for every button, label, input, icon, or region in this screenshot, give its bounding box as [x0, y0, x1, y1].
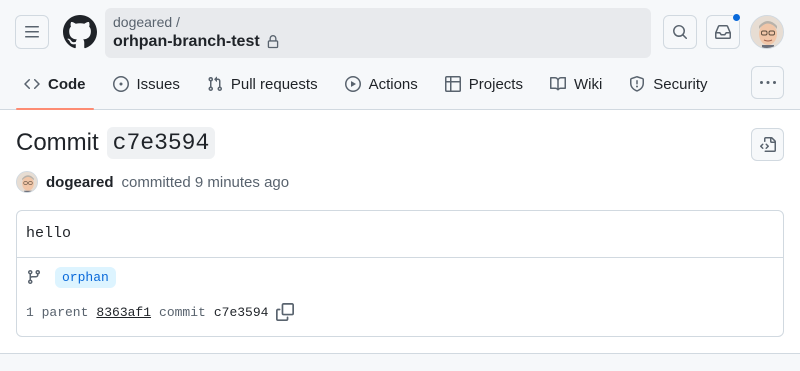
browse-files-button[interactable]: [751, 128, 784, 161]
commit-message: hello: [26, 225, 72, 242]
lock-icon: [267, 35, 278, 49]
git-pull-request-icon: [208, 76, 222, 92]
table-icon: [444, 76, 461, 92]
menu-button[interactable]: [15, 15, 49, 49]
file-code-icon: [759, 136, 776, 152]
tab-wiki-label: Wiki: [573, 75, 603, 93]
tab-issues-label: Issues: [136, 75, 180, 93]
commit-box-divider: [17, 257, 783, 258]
repo-owner-link[interactable]: dogeared /: [113, 14, 180, 30]
tab-pull-requests[interactable]: Pull requests: [199, 66, 326, 102]
tab-pull-requests-label: Pull requests: [230, 75, 318, 93]
parent-sha-link[interactable]: 8363af1: [96, 305, 151, 320]
author-name-link[interactable]: dogeared: [46, 174, 114, 191]
author-avatar[interactable]: [16, 171, 38, 193]
commit-details-box: hello orphan 1 parent 8363af1 commit c7e…: [16, 210, 784, 337]
commit-label: commit: [159, 304, 206, 320]
tab-actions-label: Actions: [368, 75, 418, 93]
search-button[interactable]: [663, 15, 697, 49]
tab-security[interactable]: Security: [621, 66, 715, 102]
tab-projects[interactable]: Projects: [437, 66, 531, 102]
commit-sha-text: c7e3594: [213, 304, 269, 320]
tab-code-label: Code: [48, 75, 86, 93]
app-header: dogeared / orhpan-branch-test Code Issue…: [0, 0, 800, 110]
search-icon: [673, 25, 688, 40]
tab-projects-label: Projects: [468, 75, 523, 93]
commit-time: committed 9 minutes ago: [121, 173, 290, 191]
copy-icon: [276, 303, 295, 321]
play-icon: [344, 76, 361, 92]
notification-indicator: [732, 13, 741, 22]
commit-parent-line: 1 parent 8363af1 commit c7e3594: [26, 303, 295, 321]
book-icon: [549, 76, 566, 91]
github-logo-icon[interactable]: [62, 15, 97, 49]
tab-actions[interactable]: Actions: [337, 66, 426, 102]
commit-heading: Commit c7e3594: [16, 127, 216, 159]
tab-wiki[interactable]: Wiki: [542, 66, 610, 102]
diff-toolbar-edge: [0, 353, 800, 371]
commit-sha-badge: c7e3594: [106, 127, 216, 159]
copy-sha-button[interactable]: [276, 303, 295, 321]
branch-label-link[interactable]: orphan: [55, 267, 116, 288]
inbox-icon: [715, 25, 731, 39]
user-avatar[interactable]: [750, 15, 784, 49]
tab-code[interactable]: Code: [16, 66, 94, 110]
more-tabs-button[interactable]: [751, 66, 784, 99]
repo-tabs: Code Issues Pull requests Actions Projec…: [16, 66, 726, 110]
repo-name: orhpan-branch-test: [113, 33, 260, 50]
tab-issues[interactable]: Issues: [105, 66, 188, 102]
commit-author-row: dogeared committed 9 minutes ago: [16, 171, 289, 193]
code-icon: [24, 78, 40, 90]
tab-security-label: Security: [653, 75, 708, 93]
hamburger-icon: [25, 26, 39, 38]
git-branch-icon: [27, 270, 40, 285]
commit-title-word: Commit: [16, 129, 99, 156]
repo-context[interactable]: dogeared / orhpan-branch-test: [105, 8, 651, 58]
kebab-horizontal-icon: [759, 80, 776, 84]
shield-icon: [630, 76, 645, 92]
parent-count: 1 parent: [26, 304, 89, 320]
repo-name-link[interactable]: orhpan-branch-test: [113, 33, 280, 51]
issue-opened-icon: [112, 76, 129, 92]
